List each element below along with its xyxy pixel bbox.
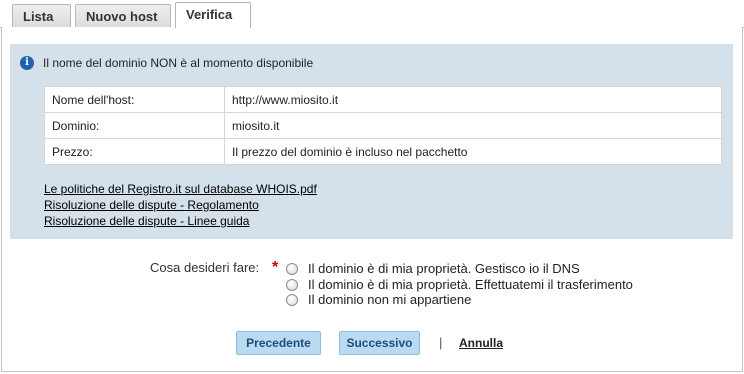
required-marker: * [272,259,279,276]
tab-bar: Lista Nuovo host Verifica [0,0,744,28]
option-not-owned-label: Il dominio non mi appartiene [308,292,472,307]
radio-not-owned[interactable] [286,293,298,306]
price-value: Il prezzo del dominio è incluso nel pacc… [224,138,722,165]
tab-nuovo-host[interactable]: Nuovo host [75,4,171,27]
price-label: Prezzo: [44,138,225,165]
host-label: Nome dell'host: [44,86,225,113]
previous-button[interactable]: Precedente [236,331,321,355]
choice-label: Cosa desideri fare: [150,260,260,275]
info-box: i Il nome del dominio NON è al momento d… [10,44,733,239]
option-own-dns-label: Il dominio è di mia proprietà. Gestisco … [308,261,580,276]
table-row: Nome dell'host: http://www.miosito.it [44,86,722,113]
details-table: Nome dell'host: http://www.miosito.it Do… [44,86,722,165]
info-icon: i [20,56,34,70]
radio-transfer[interactable] [286,278,298,291]
tab-lista[interactable]: Lista [12,4,71,27]
dispute-guidelines-link[interactable]: Risoluzione delle dispute - Linee guida [44,213,317,229]
cancel-link[interactable]: Annulla [459,336,503,350]
option-transfer[interactable]: Il dominio è di mia proprietà. Effettuat… [286,277,633,292]
radio-own-dns[interactable] [286,262,298,275]
button-separator: | [439,335,443,350]
policy-links: Le politiche del Registro.it sul databas… [44,181,317,229]
table-row: Prezzo: Il prezzo del dominio è incluso … [44,138,722,165]
domain-value: miosito.it [224,112,722,139]
domain-label: Dominio: [44,112,225,139]
host-value: http://www.miosito.it [224,86,722,113]
option-not-owned[interactable]: Il dominio non mi appartiene [286,292,471,307]
notice-text: Il nome del dominio NON è al momento dis… [43,56,314,70]
table-row: Dominio: miosito.it [44,112,722,139]
option-transfer-label: Il dominio è di mia proprietà. Effettuat… [308,277,633,292]
availability-notice: i Il nome del dominio NON è al momento d… [20,55,313,71]
whois-policy-link[interactable]: Le politiche del Registro.it sul databas… [44,181,317,197]
option-own-dns[interactable]: Il dominio è di mia proprietà. Gestisco … [286,261,580,276]
dispute-rules-link[interactable]: Risoluzione delle dispute - Regolamento [44,197,317,213]
tab-verifica[interactable]: Verifica [175,2,251,28]
next-button[interactable]: Successivo [339,331,420,355]
